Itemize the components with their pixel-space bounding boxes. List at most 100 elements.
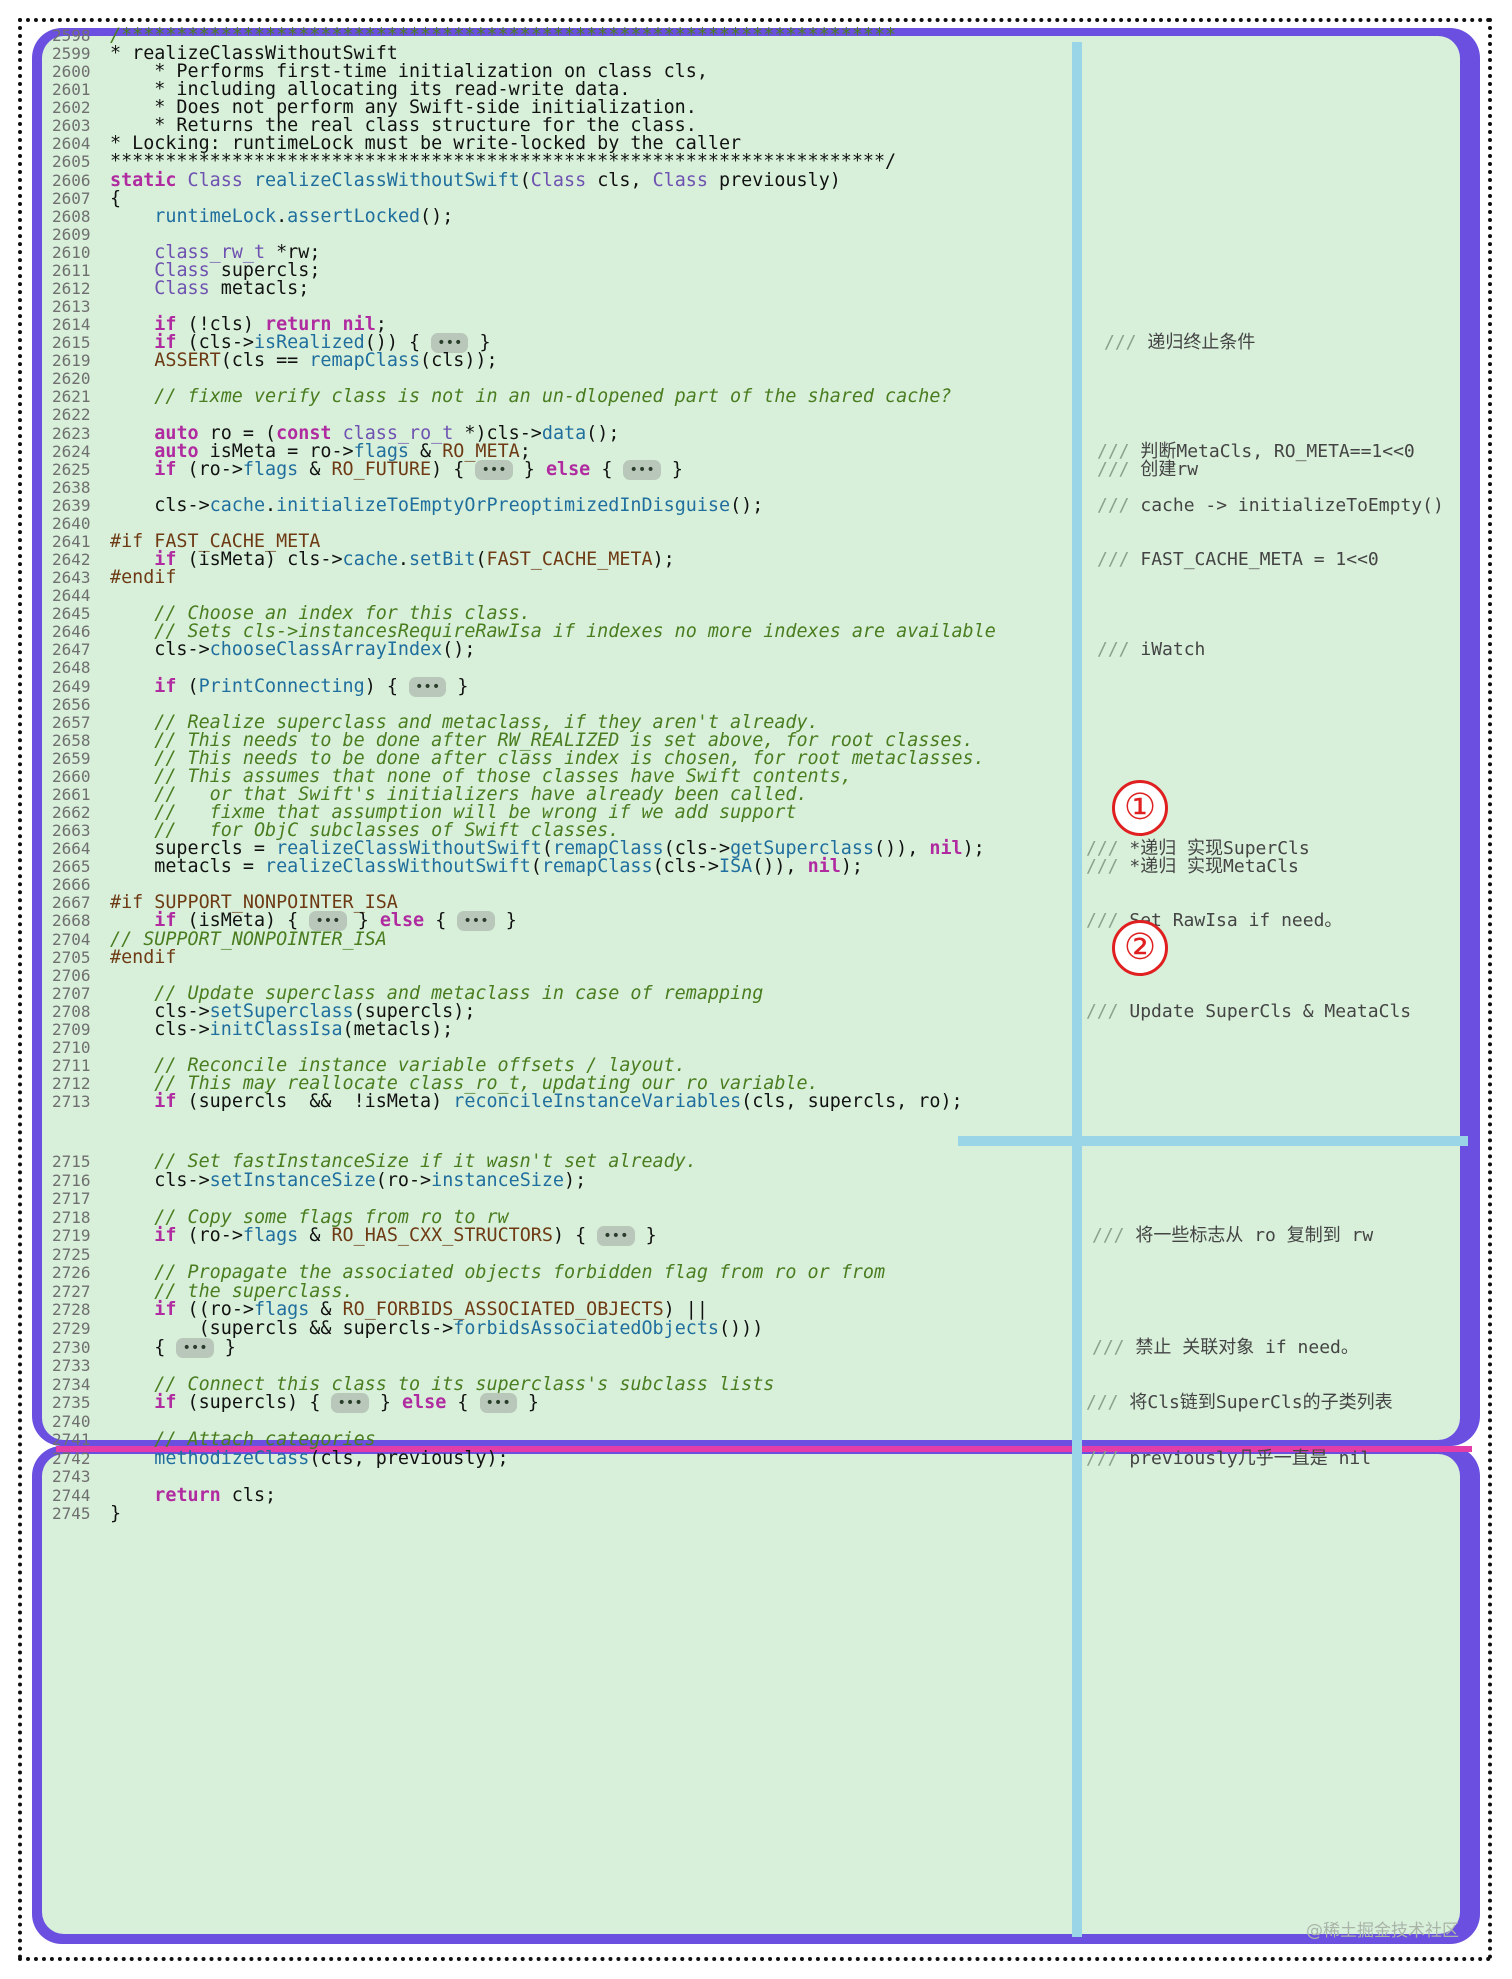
code-token: cache	[209, 494, 266, 516]
code-token: FAST_CACHE_META	[486, 549, 653, 571]
annotation-prefix: ///	[1097, 494, 1130, 516]
code-token: (supercls && !isMeta)	[176, 1091, 454, 1113]
code-token: cls->	[110, 1169, 210, 1191]
code-token: (cls->	[652, 856, 719, 878]
comment-annotation: /// Update SuperCls & MeataCls	[1086, 1000, 1411, 1024]
code-token: }	[110, 1503, 122, 1525]
annotation-gap	[1130, 639, 1141, 660]
fold-toggle-button[interactable]: •••	[597, 1226, 635, 1247]
code-token: chooseClassArrayIndex	[209, 639, 443, 661]
code-token: ();	[442, 639, 476, 661]
code-token: {	[446, 1392, 480, 1414]
comment-annotation: /// previously几乎一直是 nil	[1086, 1447, 1371, 1471]
code-line: 2713 if (supercls && !isMeta) reconcileI…	[52, 1091, 963, 1113]
fold-toggle-button[interactable]: •••	[409, 676, 447, 697]
code-token: (	[176, 675, 199, 697]
fold-toggle-button[interactable]: •••	[623, 459, 661, 480]
code-panel-bottom	[32, 1446, 1480, 1944]
code-token: }	[516, 1392, 539, 1414]
code-token: if	[154, 458, 177, 480]
annotation-gap	[1130, 495, 1141, 516]
code-token: ()))	[718, 1317, 764, 1339]
code-token: metacls =	[110, 856, 266, 878]
annotation-text: 创建rw	[1140, 458, 1199, 480]
code-token: }	[634, 1225, 657, 1247]
code-token: setBit	[409, 549, 476, 571]
annotation-prefix: ///	[1097, 549, 1130, 571]
fold-toggle-button[interactable]: •••	[457, 911, 495, 932]
code-token: Class	[187, 169, 243, 191]
comment-annotation: /// 创建rw	[1097, 458, 1198, 482]
fold-toggle-button[interactable]: •••	[475, 459, 513, 480]
code-line: 2742 methodizeClass(cls, previously);	[52, 1448, 509, 1470]
code-token: initializeToEmptyOrPreoptimizedInDisguis…	[276, 494, 731, 516]
code-token: cache	[342, 549, 398, 571]
code-token: ();	[586, 422, 620, 444]
code-token: else	[545, 458, 591, 480]
fold-toggle-button[interactable]: •••	[479, 1393, 517, 1414]
code-token: ()),	[874, 838, 930, 860]
comment-annotation: /// 将一些标志从 ro 复制到 rw	[1092, 1224, 1373, 1248]
code-token: cls,	[586, 169, 653, 191]
code-token: (	[530, 856, 542, 878]
code-token: metacls;	[209, 277, 310, 299]
code-token: }	[512, 458, 546, 480]
comment-annotation: /// FAST_CACHE_META = 1<<0	[1097, 548, 1379, 572]
annotation-gap	[1130, 549, 1141, 570]
annotation-prefix: ///	[1086, 1392, 1119, 1414]
annotation-prefix: ///	[1092, 1336, 1125, 1358]
code-line: 2649 if (PrintConnecting) { ••• }	[52, 676, 468, 698]
code-token: if	[154, 1225, 177, 1247]
code-line: 2735 if (supercls) { ••• } else { ••• }	[52, 1392, 539, 1414]
code-token: flags	[242, 458, 299, 480]
annotation-prefix: ///	[1097, 639, 1130, 661]
code-token: nil	[807, 856, 841, 878]
code-token: cls->	[110, 494, 210, 516]
annotation-gap	[1119, 1448, 1130, 1469]
annotation-gap	[1119, 856, 1130, 877]
code-token: .	[276, 205, 288, 227]
code-token: realizeClassWithoutSwift	[265, 856, 531, 878]
code-token: &	[298, 458, 332, 480]
code-token: Class	[154, 277, 210, 299]
code-token: (ro->	[176, 1225, 243, 1247]
code-token: (ro->	[375, 1169, 432, 1191]
code-token: ISA	[719, 856, 753, 878]
code-token: Class	[652, 169, 708, 191]
code-token: .	[397, 549, 409, 571]
code-token: realizeClassWithoutSwift	[253, 169, 520, 191]
code-token: if	[154, 675, 177, 697]
watermark: @稀土掘金技术社区	[1306, 1921, 1459, 1941]
code-token: }	[213, 1336, 236, 1358]
code-token: RO_FUTURE	[331, 458, 432, 480]
fold-toggle-button[interactable]: •••	[331, 1393, 369, 1414]
code-token: PrintConnecting	[198, 675, 365, 697]
annotation-text: previously几乎一直是 nil	[1129, 1447, 1372, 1469]
code-token: (ro->	[176, 458, 243, 480]
code-token: else	[401, 1392, 447, 1414]
code-token: }	[446, 675, 469, 697]
code-line: 2745}	[52, 1503, 121, 1525]
annotation-gap	[1125, 1337, 1136, 1358]
fold-toggle-button[interactable]: •••	[176, 1337, 214, 1358]
code-token: #endif	[110, 946, 177, 968]
code-token: {	[110, 1336, 177, 1358]
code-line: 2719 if (ro->flags & RO_HAS_CXX_STRUCTOR…	[52, 1225, 657, 1247]
code-token: setInstanceSize	[209, 1169, 376, 1191]
code-token: flags	[242, 1225, 299, 1247]
code-token: ASSERT	[154, 350, 221, 372]
code-token: );	[652, 549, 675, 571]
code-token: initClassIsa	[209, 1018, 343, 1040]
annotation-text: Update SuperCls & MeataCls	[1129, 1000, 1412, 1022]
code-line: 2709 cls->initClassIsa(metacls);	[52, 1019, 453, 1041]
step-marker-2: ②	[1112, 920, 1168, 976]
code-token: cls->	[110, 639, 210, 661]
annotation-text: 递归终止条件	[1147, 332, 1256, 354]
